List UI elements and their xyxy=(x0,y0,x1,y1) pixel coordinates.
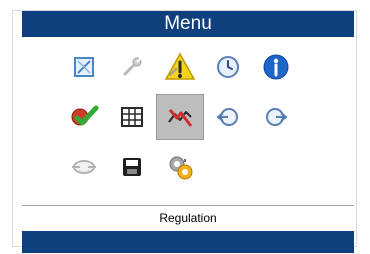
menu-item-save[interactable] xyxy=(108,144,156,190)
menu-item-table[interactable] xyxy=(108,94,156,140)
connection-icon xyxy=(72,160,96,174)
menu-item-info[interactable] xyxy=(252,44,300,90)
menu-item-forward[interactable] xyxy=(252,94,300,140)
status-bar: Regulation xyxy=(22,206,354,230)
info-icon xyxy=(263,54,289,80)
footer-bar xyxy=(22,231,354,253)
menu-item-tools[interactable] xyxy=(108,44,156,90)
menu-item-clock[interactable] xyxy=(204,44,252,90)
menu-item-back[interactable] xyxy=(204,94,252,140)
save-disk-icon xyxy=(123,158,141,176)
circle-arrow-right-icon xyxy=(266,108,288,126)
warning-tools-icon xyxy=(164,52,196,80)
settings-gears-icon xyxy=(169,156,193,182)
menu-title: Menu xyxy=(164,13,212,34)
checkmark-diagnostics-icon xyxy=(71,105,99,126)
status-label: Regulation xyxy=(159,211,217,225)
table-icon xyxy=(121,107,143,127)
display-icon xyxy=(74,57,94,77)
regulation-chart-icon xyxy=(168,109,193,127)
menu-item-settings[interactable] xyxy=(156,144,204,190)
clock-icon xyxy=(217,56,239,78)
menu-item-regulation[interactable] xyxy=(156,94,204,140)
circle-arrow-left-icon xyxy=(216,108,238,126)
menu-item-display[interactable] xyxy=(60,44,108,90)
menu-title-bar: Menu xyxy=(22,11,354,37)
menu-icon-grid xyxy=(22,44,354,204)
menu-item-warnings[interactable] xyxy=(156,44,204,90)
menu-item-connection[interactable] xyxy=(60,144,108,190)
menu-item-diagnostics[interactable] xyxy=(60,94,108,140)
wrench-icon xyxy=(123,57,142,76)
